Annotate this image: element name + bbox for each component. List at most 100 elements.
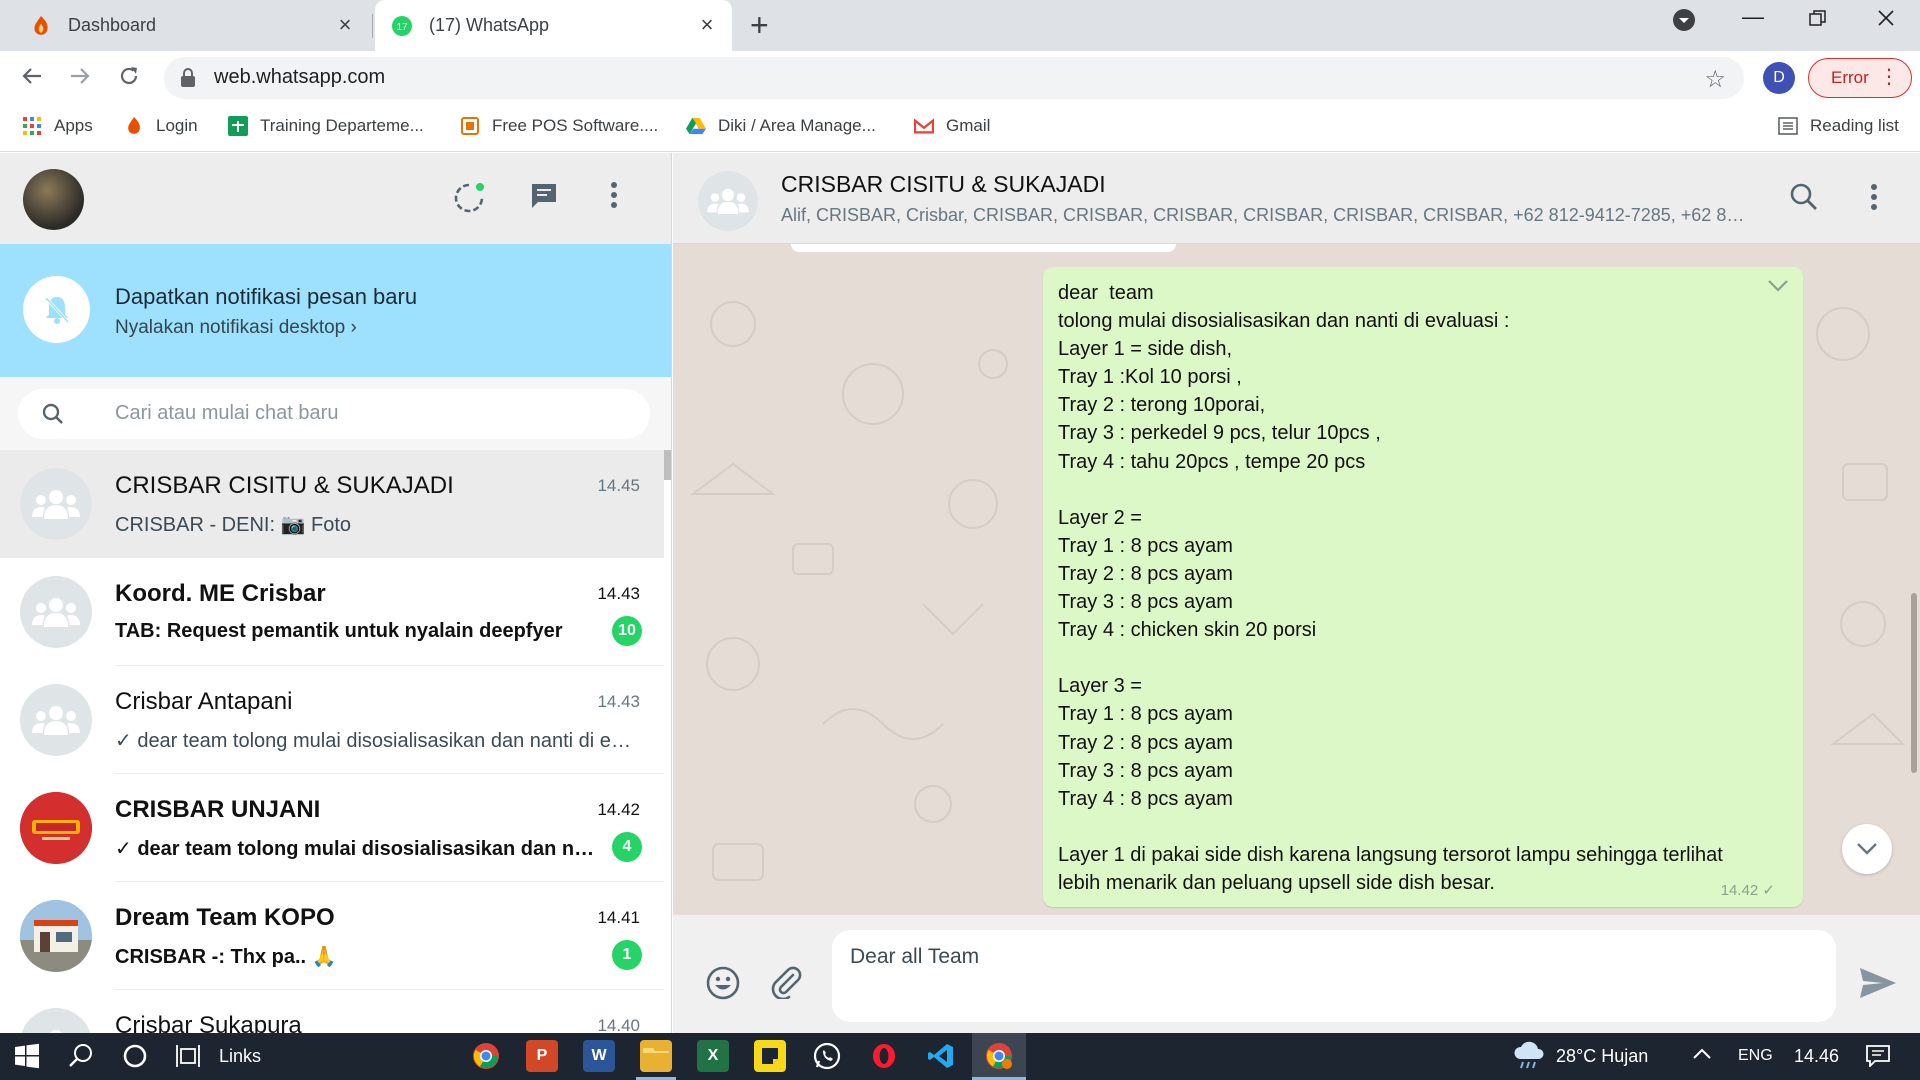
send-icon[interactable] xyxy=(1859,967,1897,999)
tab-close-icon[interactable]: × xyxy=(696,14,718,36)
menu-dots-icon[interactable] xyxy=(1870,183,1878,211)
back-arrow-icon[interactable] xyxy=(20,64,44,88)
tab-whatsapp[interactable]: 17 (17) WhatsApp × xyxy=(375,0,732,51)
new-chat-icon[interactable] xyxy=(529,181,559,211)
error-button[interactable]: Error ⋮ xyxy=(1808,58,1912,98)
conversation-header[interactable]: CRISBAR CISITU & SUKAJADI Alif, CRISBAR,… xyxy=(673,153,1920,244)
message-line: Layer 1 = side dish, xyxy=(1058,338,1232,361)
message-input[interactable]: Dear all Team xyxy=(832,930,1836,1022)
kebab-menu-icon: ⋮ xyxy=(1879,66,1899,88)
message-composer-bar: Dear all Team xyxy=(673,915,1920,1033)
chat-item[interactable]: Koord. ME Crisbar 14.43 TAB: Request pem… xyxy=(0,558,664,666)
cortana-icon[interactable] xyxy=(122,1043,148,1069)
search-icon[interactable] xyxy=(68,1043,94,1069)
forward-arrow-icon[interactable] xyxy=(68,64,92,88)
search-icon[interactable] xyxy=(1790,183,1818,211)
gmail-icon xyxy=(914,116,934,136)
bookmark-pos[interactable]: Free POS Software.... xyxy=(460,116,658,136)
vscode-taskbar-icon[interactable] xyxy=(925,1040,957,1072)
scroll-to-bottom-button[interactable] xyxy=(1842,824,1892,874)
tab-close-icon[interactable]: × xyxy=(334,14,356,36)
desktop-notification-banner[interactable]: Dapatkan notifikasi pesan baru Nyalakan … xyxy=(0,244,671,377)
restore-icon[interactable] xyxy=(1808,8,1828,28)
my-profile-avatar[interactable] xyxy=(23,169,84,230)
chat-item[interactable]: Dream Team KOPO 14.41 CRISBAR -: Thx pa.… xyxy=(0,882,664,990)
message-line: Tray 4 : tahu 20pcs , tempe 20 pcs xyxy=(1058,450,1366,473)
links-toolbar-label[interactable]: Links xyxy=(219,1046,261,1067)
bookmark-training[interactable]: Training Departeme... xyxy=(228,116,424,136)
bookmark-label: Apps xyxy=(54,116,93,135)
file-explorer-taskbar-icon[interactable] xyxy=(640,1040,672,1072)
reading-list-label: Reading list xyxy=(1810,116,1899,135)
chrome-active-taskbar-icon[interactable] xyxy=(983,1040,1015,1072)
url-text[interactable]: web.whatsapp.com xyxy=(214,66,385,89)
outgoing-message-bubble[interactable]: dear team tolong mulai disosialisasikan … xyxy=(1043,267,1803,907)
unread-badge: 4 xyxy=(612,832,642,862)
chat-item[interactable]: CRISBAR CISITU & SUKAJADI 14.45 CRISBAR … xyxy=(0,450,664,558)
search-input[interactable]: Cari atau mulai chat baru xyxy=(18,389,650,439)
attach-paperclip-icon[interactable] xyxy=(769,965,803,999)
excel-taskbar-icon[interactable]: X xyxy=(697,1040,729,1072)
minimize-icon[interactable]: — xyxy=(1742,4,1764,30)
message-line: tolong mulai disosialisasikan dan nanti … xyxy=(1058,310,1510,333)
notification-center-icon[interactable] xyxy=(1866,1045,1890,1067)
message-line: Tray 4 : chicken skin 20 porsi xyxy=(1058,619,1317,642)
bookmark-gmail[interactable]: Gmail xyxy=(914,116,990,136)
chat-list-scrollbar[interactable] xyxy=(664,450,671,480)
chevron-up-icon[interactable] xyxy=(1692,1047,1712,1061)
chat-item[interactable]: CRISBAR UNJANI 14.42 ✓ dear team tolong … xyxy=(0,774,664,882)
reading-list-button[interactable]: Reading list xyxy=(1778,116,1899,136)
chevron-down-icon xyxy=(1857,843,1877,855)
weather-text[interactable]: 28°C Hujan xyxy=(1556,1046,1648,1067)
tab-search-icon[interactable] xyxy=(1672,8,1696,32)
chrome-taskbar-icon[interactable] xyxy=(470,1040,502,1072)
new-tab-plus-icon[interactable]: + xyxy=(750,8,769,42)
search-placeholder: Cari atau mulai chat baru xyxy=(115,402,339,424)
conversation-scrollbar[interactable] xyxy=(1911,593,1917,773)
message-line: Layer 2 = xyxy=(1058,506,1142,529)
group-name[interactable]: CRISBAR CISITU & SUKAJADI xyxy=(781,171,1106,198)
unread-badge: 1 xyxy=(612,940,642,970)
rain-cloud-icon[interactable] xyxy=(1512,1039,1546,1071)
group-avatar-icon[interactable] xyxy=(698,171,758,231)
status-icon[interactable] xyxy=(452,181,486,215)
message-line: Layer 1 di pakai side dish karena langsu… xyxy=(1058,843,1723,866)
tab-separator xyxy=(372,14,373,38)
chat-name: Koord. ME Crisbar xyxy=(115,580,326,607)
message-timestamp: 14.42 ✓ xyxy=(1720,882,1775,899)
message-line: Tray 2 : terong 10porai, xyxy=(1058,394,1266,417)
message-line: dear team xyxy=(1058,282,1154,304)
enable-notifications-link[interactable]: Nyalakan notifikasi desktop › xyxy=(115,317,357,339)
group-avatar-icon xyxy=(20,684,92,756)
bookmark-drive[interactable]: Diki / Area Manage... xyxy=(686,116,876,136)
bookmark-label: Training Departeme... xyxy=(260,116,424,135)
message-input-text[interactable]: Dear all Team xyxy=(850,945,979,969)
bookmark-star-icon[interactable]: ☆ xyxy=(1704,65,1726,94)
chat-item[interactable]: Crisbar Antapani 14.43 ✓ dear team tolon… xyxy=(0,666,664,774)
word-taskbar-icon[interactable]: W xyxy=(583,1040,615,1072)
taskbar-clock[interactable]: 14.46 xyxy=(1794,1046,1839,1067)
powerpoint-taskbar-icon[interactable]: P xyxy=(526,1040,558,1072)
chevron-down-icon[interactable] xyxy=(1767,279,1789,293)
opera-taskbar-icon[interactable] xyxy=(868,1040,900,1072)
emoji-icon[interactable] xyxy=(705,965,741,1001)
bookmark-apps[interactable]: Apps xyxy=(22,116,93,136)
windows-start-icon[interactable] xyxy=(14,1043,40,1069)
lock-icon[interactable] xyxy=(180,68,196,88)
menu-dots-icon[interactable] xyxy=(610,181,618,209)
message-text: dear team tolong mulai disosialisasikan … xyxy=(1058,279,1789,897)
omnibox[interactable]: web.whatsapp.com ☆ xyxy=(164,57,1744,99)
tab-dashboard[interactable]: Dashboard × xyxy=(30,0,370,51)
task-view-icon[interactable] xyxy=(175,1043,201,1069)
chat-time: 14.43 xyxy=(597,692,640,711)
language-indicator[interactable]: ENG xyxy=(1738,1047,1773,1065)
whatsapp-taskbar-icon[interactable] xyxy=(811,1040,843,1072)
profile-avatar[interactable]: D xyxy=(1763,62,1795,94)
close-window-icon[interactable] xyxy=(1876,8,1896,28)
sticky-notes-taskbar-icon[interactable] xyxy=(754,1040,786,1072)
chat-item[interactable]: Crisbar Sukapura 14.40 xyxy=(0,990,664,1033)
unread-badge: 10 xyxy=(612,616,642,646)
chat-time: 14.41 xyxy=(597,908,640,927)
reload-icon[interactable] xyxy=(117,64,141,88)
bookmark-login[interactable]: Login xyxy=(124,116,198,136)
